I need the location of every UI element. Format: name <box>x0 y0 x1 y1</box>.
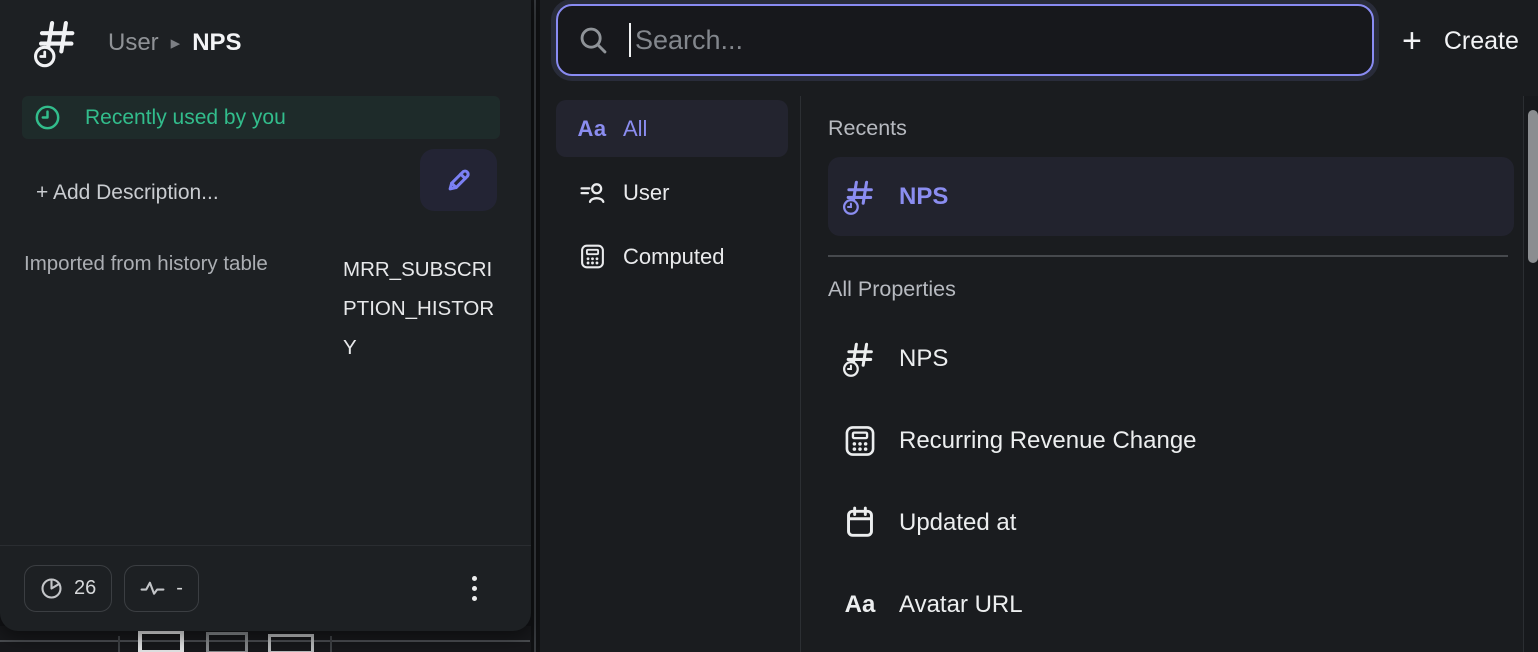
plus-icon: + <box>1402 24 1422 58</box>
scrollbar-thumb[interactable] <box>1528 110 1538 263</box>
chevron-right-icon: ▸ <box>171 32 181 55</box>
usage-count: 26 <box>74 577 96 600</box>
card-footer: 26 - <box>0 545 531 631</box>
trend-chip[interactable]: - <box>124 565 199 612</box>
breadcrumb: User ▸ NPS <box>34 18 242 68</box>
column-glyph <box>138 630 184 652</box>
usage-count-chip[interactable]: 26 <box>24 565 112 612</box>
number-property-clock-icon <box>840 178 880 216</box>
scrollbar-track[interactable] <box>1523 96 1538 652</box>
divider <box>330 636 332 652</box>
number-property-clock-icon <box>840 340 880 378</box>
property-picker-modal: + Create Aa All User <box>540 0 1538 652</box>
property-row-label: Avatar URL <box>899 591 1023 619</box>
calendar-icon <box>840 505 880 540</box>
property-row-label: NPS <box>899 345 948 373</box>
user-list-icon <box>574 180 610 205</box>
add-description-field[interactable]: + Add Description... <box>36 181 219 205</box>
filter-tab-label: All <box>623 116 647 142</box>
search-icon <box>578 25 609 56</box>
divider <box>118 636 120 652</box>
imported-from-label: Imported from history table <box>24 252 336 276</box>
column-glyph <box>206 632 248 652</box>
filter-tab-all[interactable]: Aa All <box>556 100 788 157</box>
divider <box>0 640 530 642</box>
breadcrumb-parent[interactable]: User <box>108 29 159 57</box>
create-button-label: Create <box>1444 27 1519 56</box>
filter-sidebar: Aa All User <box>556 100 788 292</box>
search-bar <box>556 4 1374 76</box>
panel-divider <box>531 0 540 652</box>
filter-tab-label: User <box>623 180 669 206</box>
screen: User ▸ NPS Recently used by you + Add De… <box>0 0 1538 652</box>
calculator-icon <box>574 243 610 270</box>
pencil-icon <box>442 163 476 197</box>
search-input[interactable] <box>631 6 1352 74</box>
recent-item-nps[interactable]: NPS <box>828 157 1514 236</box>
property-row-avatar-url[interactable]: Aa Avatar URL <box>828 564 1514 646</box>
results-list: Recents NPS All Properties <box>828 96 1538 646</box>
property-row-label: Updated at <box>899 509 1016 537</box>
imported-table-value: MRR_SUBSCRIPTION_HISTORY <box>343 250 503 367</box>
divider <box>800 96 801 652</box>
recently-used-label: Recently used by you <box>85 106 286 130</box>
calculator-icon <box>840 424 880 458</box>
filter-tab-computed[interactable]: Computed <box>556 228 788 285</box>
clock-icon <box>34 104 61 131</box>
column-glyph <box>268 634 314 652</box>
filter-tab-label: Computed <box>623 244 725 270</box>
property-row-updated-at[interactable]: Updated at <box>828 482 1514 564</box>
text-Aa-icon: Aa <box>840 591 880 619</box>
create-button[interactable]: + Create <box>1402 18 1519 64</box>
trend-value: - <box>176 577 183 600</box>
number-property-clock-icon <box>34 18 80 68</box>
recently-used-badge: Recently used by you <box>22 96 500 139</box>
pie-chart-icon <box>40 577 63 600</box>
property-row-recurring-revenue-change[interactable]: Recurring Revenue Change <box>828 400 1514 482</box>
recents-header: Recents <box>828 116 1538 141</box>
property-row-label: Recurring Revenue Change <box>899 427 1197 455</box>
kebab-menu-icon[interactable] <box>472 576 477 601</box>
activity-icon <box>140 580 165 597</box>
edit-description-button[interactable] <box>420 149 497 211</box>
breadcrumb-current: NPS <box>192 29 241 57</box>
text-Aa-icon: Aa <box>574 116 610 142</box>
filter-tab-user[interactable]: User <box>556 164 788 221</box>
divider <box>828 255 1508 257</box>
property-detail-card: User ▸ NPS Recently used by you + Add De… <box>0 0 531 631</box>
property-row-nps[interactable]: NPS <box>828 318 1514 400</box>
recent-item-label: NPS <box>899 183 948 211</box>
all-properties-header: All Properties <box>828 277 1538 302</box>
